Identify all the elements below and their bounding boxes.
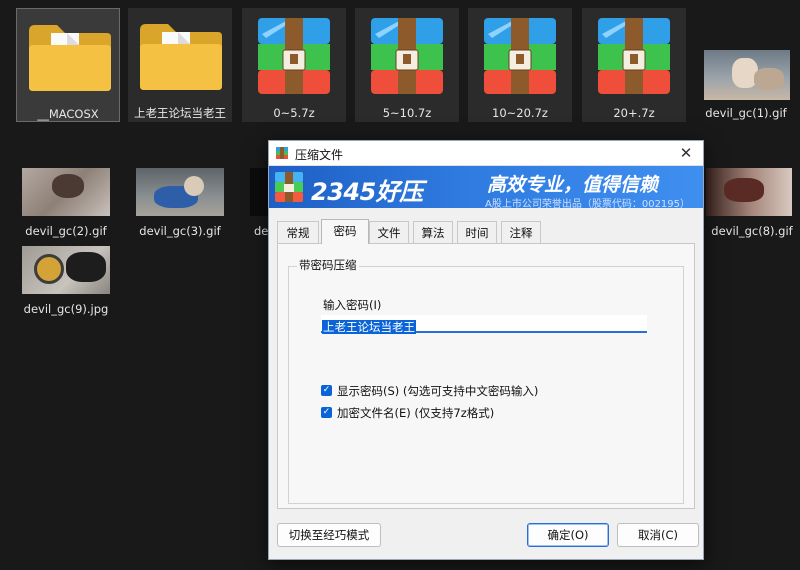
dialog-title: 压缩文件 [295,148,344,162]
archive-icon [484,18,556,94]
password-panel: 带密码压缩 输入密码(I) 上老王论坛当老王 ✓ 显示密码(S) (勾选可支持中… [277,243,695,509]
item-label: 5~10.7z [382,106,432,120]
image-item-gc8[interactable]: devil_gc(8).gif [704,166,800,240]
archive-item-10-20[interactable]: 10~20.7z [468,8,572,122]
item-label: __MACOSX [37,107,99,121]
image-thumbnail [22,246,110,294]
image-item-gc3[interactable]: devil_gc(3).gif [130,166,230,240]
folder-item-laowang[interactable]: 上老王论坛当老王 [128,8,232,122]
dialog-titlebar[interactable]: 压缩文件 ✕ [269,141,703,166]
archive-item-0-5[interactable]: 0~5.7z [242,8,346,122]
brand-banner: 2345好压 高效专业，值得信赖 A股上市公司荣誉出品（股票代码：002195） [269,166,703,208]
close-icon[interactable]: ✕ [677,144,695,162]
cancel-button[interactable]: 取消(C) [617,523,699,547]
item-label: devil_gc(1).gif [705,106,787,120]
item-label: devil_gc(2).gif [25,224,107,238]
item-label: de [254,224,269,238]
item-label: 20+.7z [613,106,655,120]
image-thumbnail [704,50,790,100]
image-thumbnail [136,168,224,216]
compress-dialog: 压缩文件 ✕ 2345好压 高效专业，值得信赖 A股上市公司荣誉出品（股票代码：… [268,140,704,560]
haozip-app-icon [276,147,288,159]
banner-slogan: 高效专业，值得信赖 [487,174,659,196]
archive-icon [258,18,330,94]
item-label: devil_gc(3).gif [139,224,221,238]
image-thumbnail [22,168,110,216]
tab-time[interactable]: 时间 [457,221,497,243]
archive-icon [598,18,670,94]
item-label: 上老王论坛当老王 [134,106,226,120]
item-label: devil_gc(8).gif [711,224,793,238]
item-label: 0~5.7z [273,106,315,120]
folder-icon [140,24,222,90]
group-title: 带密码压缩 [297,257,359,273]
image-item-gc2[interactable]: devil_gc(2).gif [16,166,116,240]
password-value: 上老王论坛当老王 [322,320,416,334]
image-thumbnail [706,168,792,216]
image-item-gc1[interactable]: devil_gc(1).gif [698,48,794,122]
item-label: devil_gc(9).jpg [23,302,109,316]
checkmark-icon[interactable]: ✓ [321,407,332,418]
tab-general[interactable]: 常规 [277,221,319,243]
image-item-partial[interactable]: de [248,166,270,240]
encrypt-filenames-label: 加密文件名(E) (仅支持7z格式) [337,406,495,420]
checkmark-icon[interactable]: ✓ [321,385,332,396]
haozip-logo-icon [275,172,303,202]
banner-brand: 2345好压 [311,178,423,206]
item-label: 10~20.7z [492,106,548,120]
banner-subtitle: A股上市公司荣誉出品（股票代码：002195） [485,199,691,208]
archive-icon [371,18,443,94]
tab-files[interactable]: 文件 [369,221,409,243]
archive-item-5-10[interactable]: 5~10.7z [355,8,459,122]
password-group: 带密码压缩 输入密码(I) 上老王论坛当老王 ✓ 显示密码(S) (勾选可支持中… [288,257,684,504]
ok-button[interactable]: 确定(O) [527,523,609,547]
show-password-label: 显示密码(S) (勾选可支持中文密码输入) [337,384,539,398]
folder-item-macosx[interactable]: __MACOSX [16,8,120,122]
switch-mode-button[interactable]: 切换至经巧模式 [277,523,381,547]
archive-item-20plus[interactable]: 20+.7z [582,8,686,122]
tab-comment[interactable]: 注释 [501,221,541,243]
tab-password[interactable]: 密码 [321,219,369,244]
password-input[interactable]: 上老王论坛当老王 [321,315,647,334]
password-label: 输入密码(I) [323,298,382,312]
tab-algorithm[interactable]: 算法 [413,221,453,243]
folder-icon [29,25,111,91]
image-item-gc9[interactable]: devil_gc(9).jpg [16,244,116,318]
image-thumbnail [250,168,270,216]
